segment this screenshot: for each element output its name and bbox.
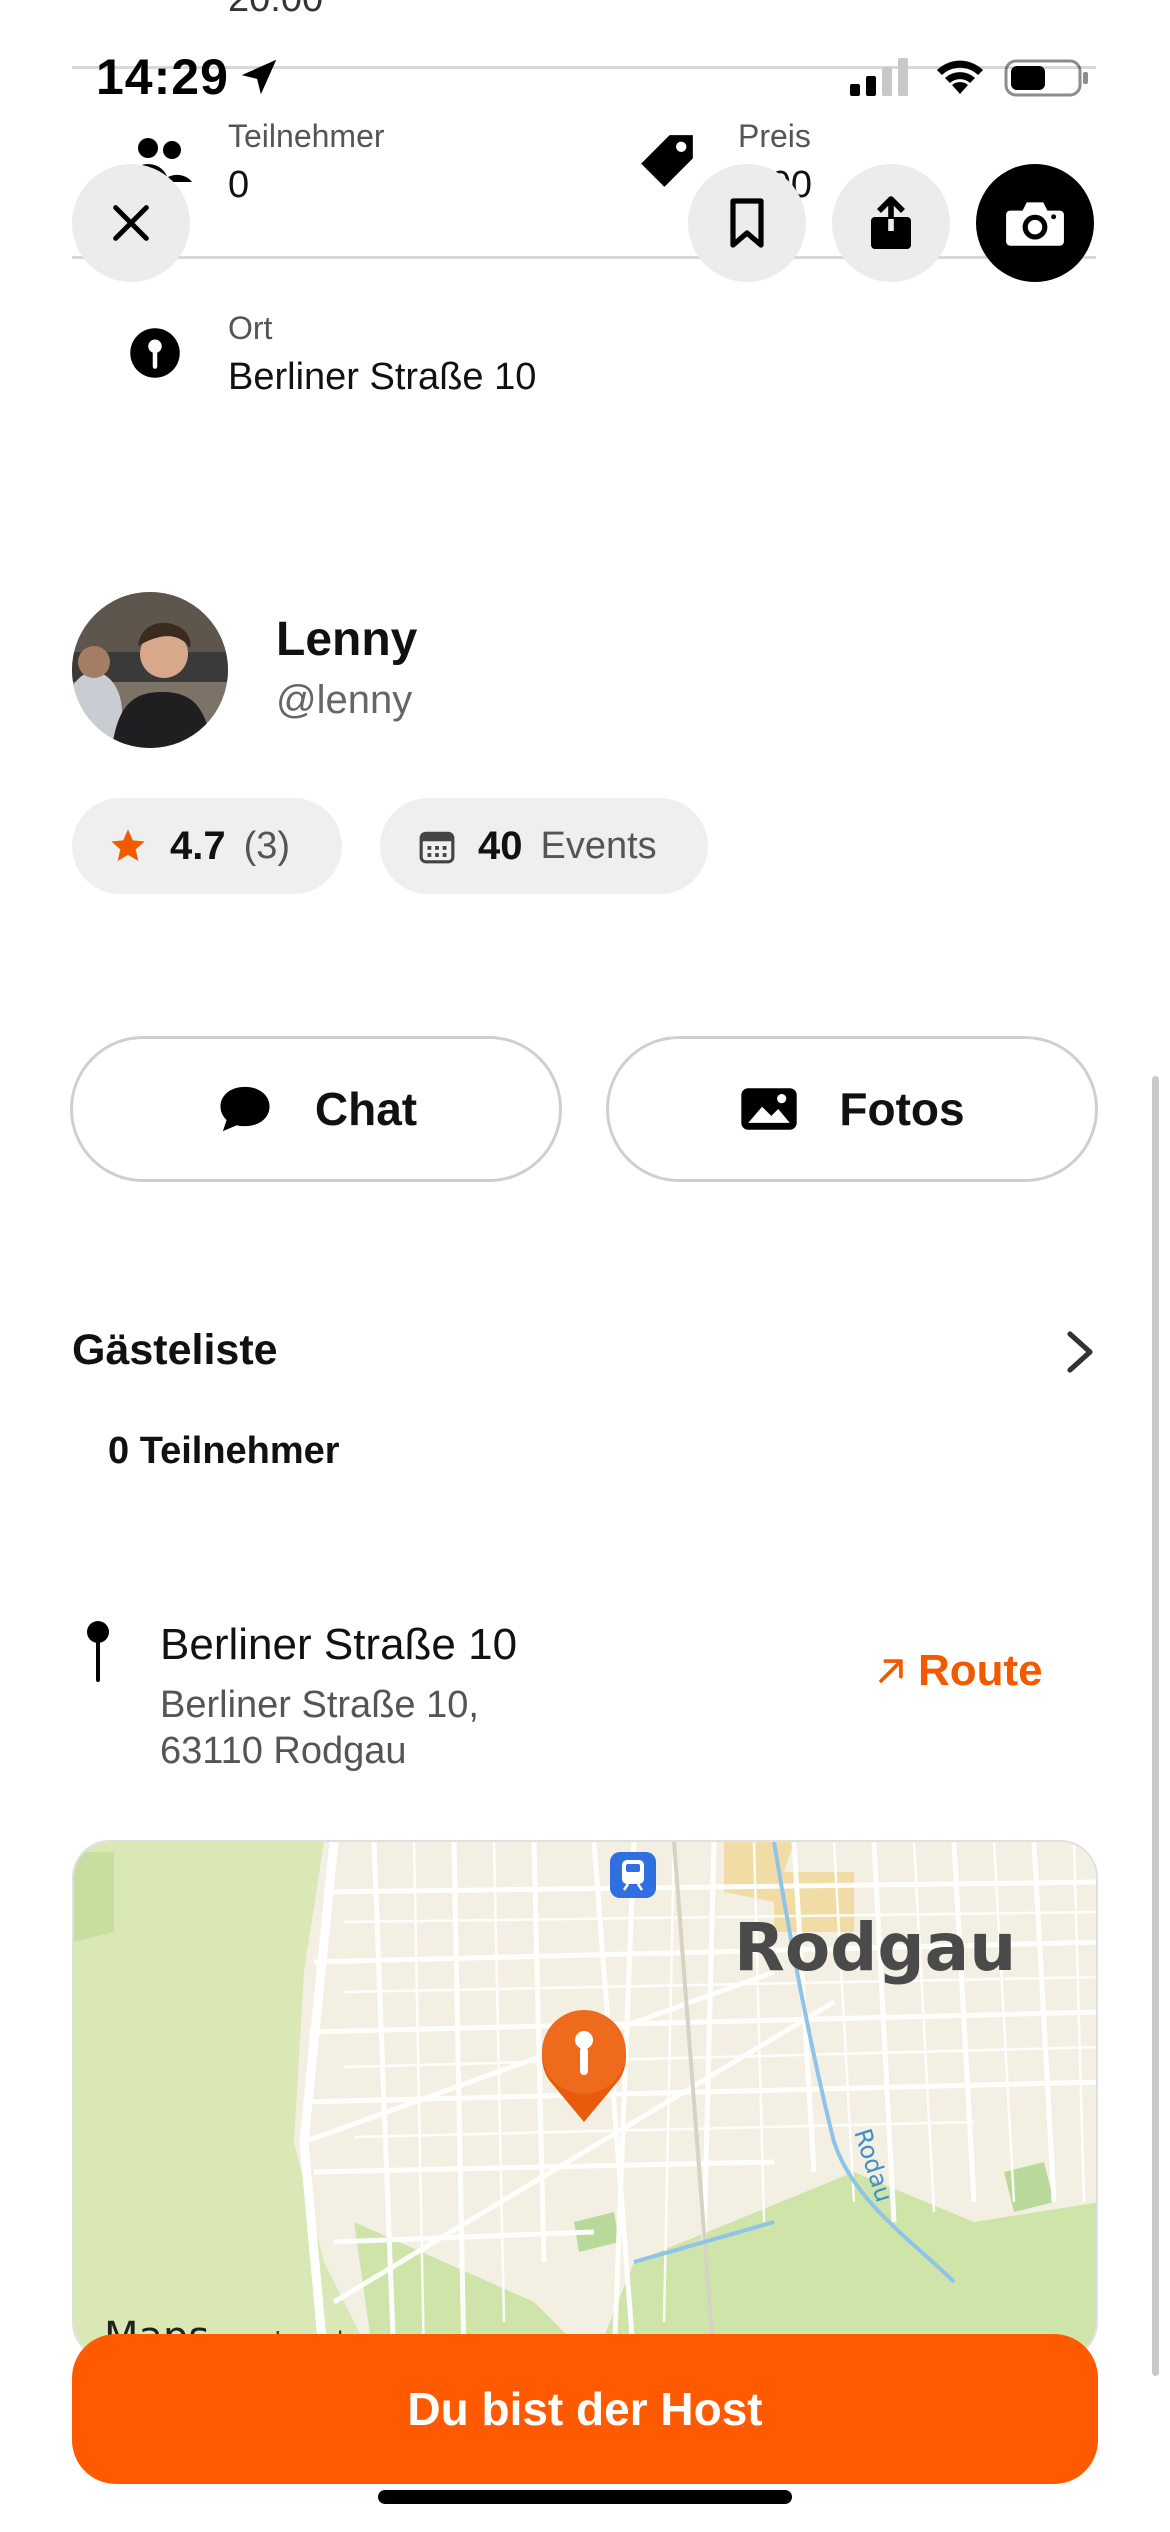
location-label: Ort [228,310,273,346]
location-value: Berliner Straße 10 [228,356,537,398]
rating-badge[interactable]: 4.7 (3) [72,798,342,894]
bookmark-button[interactable] [688,164,806,282]
location-pin-icon [130,328,180,378]
map-pin-icon [87,1621,109,1682]
share-button[interactable] [832,164,950,282]
cut-time-text: 20:00 [228,0,323,21]
address-title: Berliner Straße 10 [160,1620,518,1669]
fotos-label: Fotos [839,1083,965,1135]
host-avatar[interactable] [72,592,228,748]
events-label: Events [540,824,657,867]
status-time: 14:29 [96,49,229,105]
chat-label: Chat [314,1083,418,1135]
location-arrow-icon [241,59,277,95]
calendar-icon [419,831,455,864]
camera-icon [1006,202,1064,246]
signal-icon [850,58,908,96]
price-tag-icon [641,135,693,187]
address-line-1: Berliner Straße 10, [160,1684,479,1726]
address-line-2: 63110 Rodgau [160,1730,407,1772]
battery-icon [1004,59,1088,97]
camera-button[interactable] [976,164,1094,282]
price-label: Preis [738,118,811,154]
events-badge[interactable]: 40 Events [380,798,708,894]
map-city-label: Rodgau [734,1909,1016,1986]
chat-button[interactable]: Chat [70,1036,562,1182]
map-view[interactable]: Rodgau Rodau Maps Legal [72,1840,1098,2360]
guest-count: 0 Teilnehmer [108,1430,340,1472]
photo-icon [741,1088,798,1130]
map-canvas: Rodgau Rodau Maps Legal [74,1842,1096,2358]
participants-value: 0 [228,164,250,206]
scrollbar[interactable] [1152,1076,1159,2376]
arrow-up-right-icon [879,1659,903,1683]
bookmark-icon [730,198,764,248]
share-icon [871,196,911,249]
wifi-icon [937,60,983,94]
events-count: 40 [478,823,523,868]
host-handle: @lenny [276,678,413,722]
chat-bubble-icon [220,1086,270,1132]
fotos-button[interactable]: Fotos [606,1036,1098,1182]
host-cta-button[interactable]: Du bist der Host [72,2334,1098,2484]
divider-details [72,256,1096,259]
guest-list-title[interactable]: Gästeliste [72,1326,278,1375]
rating-value: 4.7 [170,823,226,868]
home-indicator [378,2490,792,2504]
route-label: Route [918,1646,1043,1695]
chevron-right-icon[interactable] [1066,1330,1096,1374]
route-button[interactable]: Route [874,1646,1043,1696]
rating-count: (3) [243,824,291,867]
participants-label: Teilnehmer [228,118,385,154]
host-name[interactable]: Lenny [276,612,417,667]
close-icon [113,205,149,241]
star-icon [111,829,145,861]
close-button[interactable] [72,164,190,282]
